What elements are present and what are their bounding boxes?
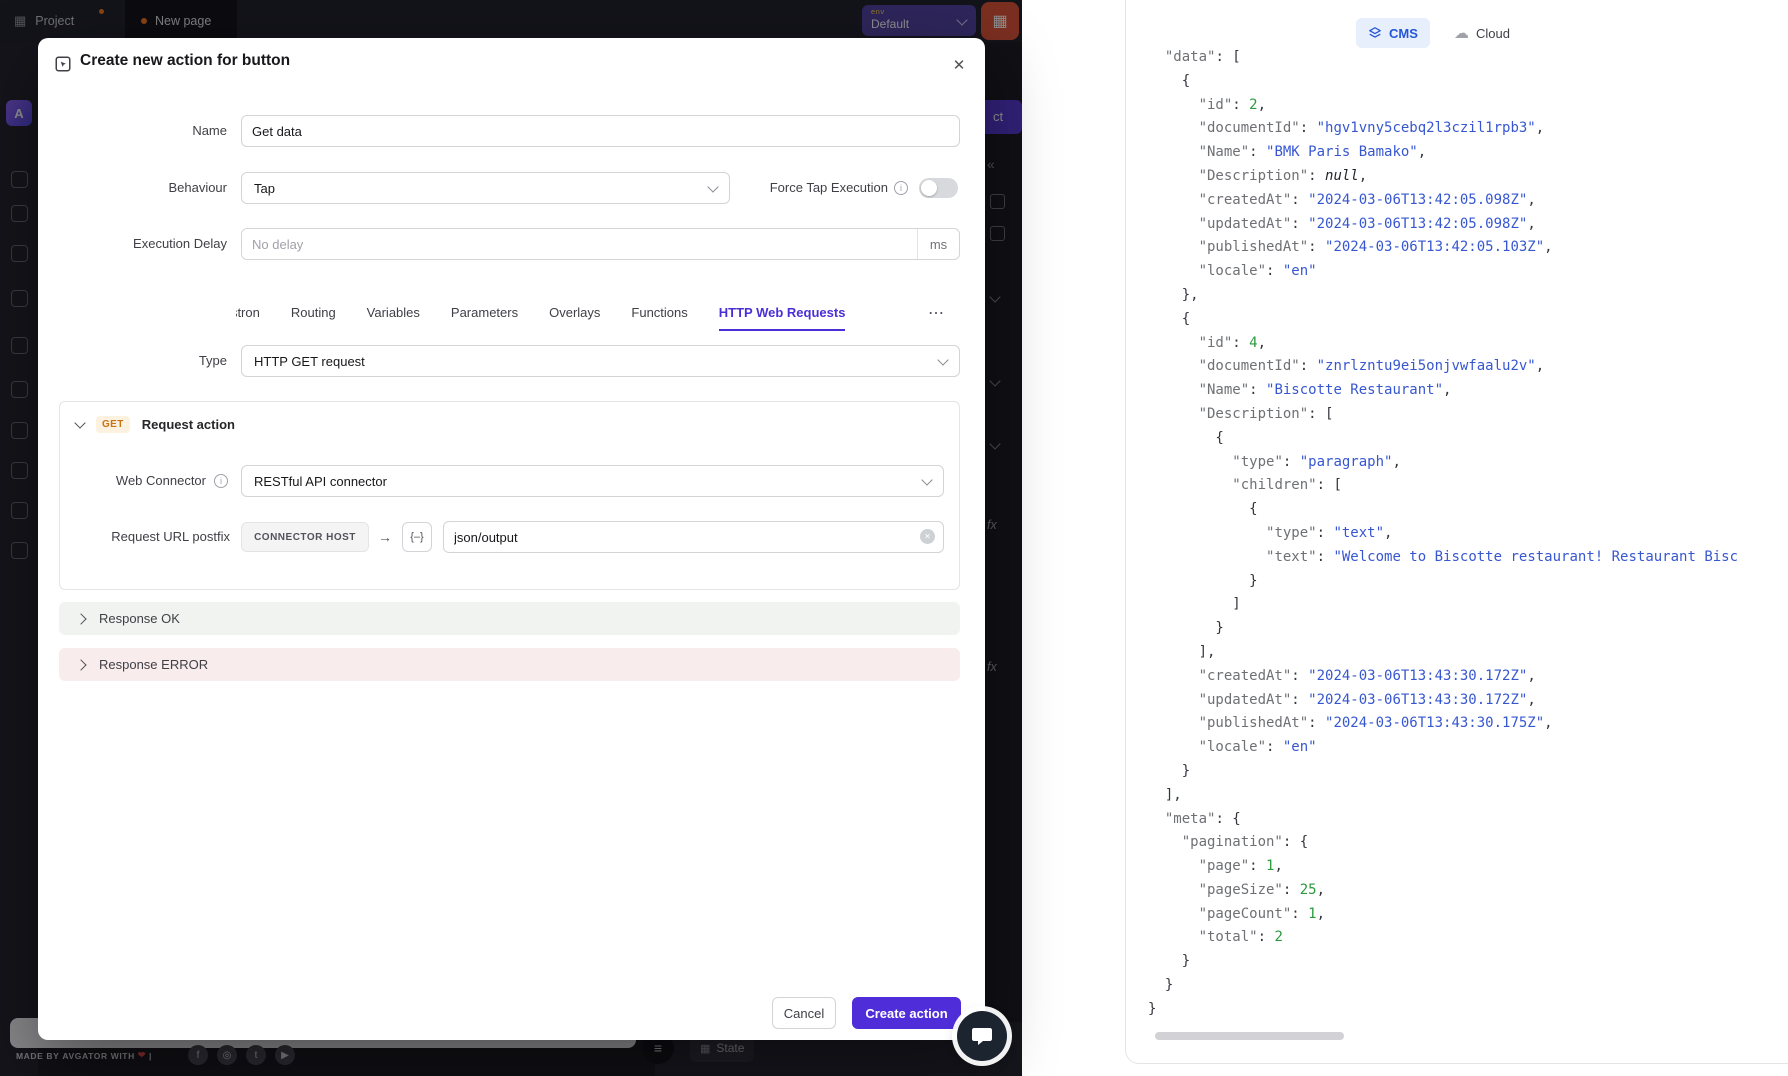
execution-delay-label: Execution Delay: [38, 228, 227, 260]
url-postfix-input[interactable]: [443, 521, 944, 553]
tabs-row: Crestron Routing Variables Parameters Overla…: [236, 295, 920, 331]
force-tap-toggle[interactable]: [919, 178, 958, 198]
clear-icon[interactable]: ✕: [920, 529, 935, 544]
web-connector-info-icon[interactable]: i: [214, 474, 228, 488]
name-input[interactable]: [241, 115, 960, 147]
type-value: HTTP GET request: [254, 354, 365, 369]
cms-icon: [1368, 26, 1382, 40]
force-tap-label: Force Tap Execution: [678, 172, 888, 204]
web-connector-label: Web Connector: [38, 465, 206, 497]
modal-title: Create new action for button: [80, 52, 290, 70]
cms-label: CMS: [1389, 26, 1418, 41]
connector-host-chip[interactable]: CONNECTOR HOST: [241, 522, 369, 552]
request-action-header[interactable]: GET Request action: [60, 402, 959, 446]
chevron-down-icon: [921, 474, 932, 485]
chevron-down-icon: [74, 417, 85, 428]
horizontal-scrollbar-thumb[interactable]: [1155, 1032, 1344, 1040]
toggle-knob: [921, 180, 937, 196]
create-action-modal: Create new action for button ✕ Name Beha…: [38, 38, 985, 1040]
execution-delay-input[interactable]: [242, 229, 917, 259]
cancel-button[interactable]: Cancel: [772, 997, 836, 1029]
cloud-icon: ☁: [1454, 24, 1469, 42]
chat-bubble-button[interactable]: [957, 1011, 1007, 1061]
url-input-wrap: ✕: [443, 521, 944, 553]
tabs-viewport: Crestron Routing Variables Parameters Overla…: [236, 295, 920, 331]
type-label: Type: [38, 345, 227, 377]
web-connector-value: RESTful API connector: [254, 474, 387, 489]
json-code: "data": [ { "id": 2, "documentId": "hgv1…: [1148, 46, 1738, 1022]
tab-functions[interactable]: Functions: [631, 295, 687, 331]
name-label: Name: [38, 115, 227, 147]
close-button[interactable]: ✕: [946, 52, 972, 78]
tab-variables[interactable]: Variables: [367, 295, 420, 331]
info-icon[interactable]: i: [894, 181, 908, 195]
web-connector-select[interactable]: RESTful API connector: [241, 465, 944, 497]
type-select[interactable]: HTTP GET request: [241, 345, 960, 377]
response-ok-section[interactable]: Response OK: [59, 602, 960, 635]
behaviour-label: Behaviour: [38, 172, 227, 204]
tab-routing[interactable]: Routing: [291, 295, 336, 331]
chat-icon: [970, 1024, 994, 1048]
execution-delay-group: ms: [241, 228, 960, 260]
method-badge: GET: [96, 416, 130, 433]
chevron-right-icon: [75, 613, 86, 624]
ms-unit-label: ms: [917, 229, 959, 259]
cms-toggle[interactable]: CMS: [1356, 18, 1430, 48]
response-error-label: Response ERROR: [99, 657, 208, 672]
response-ok-label: Response OK: [99, 611, 180, 626]
chevron-right-icon: [75, 659, 86, 670]
cloud-toggle[interactable]: ☁ Cloud: [1454, 18, 1510, 48]
preview-panel: CMS ☁ Cloud "data": [ { "id": 2, "docume…: [1022, 0, 1788, 1076]
action-icon: [54, 55, 72, 73]
more-tabs-button[interactable]: ⋯: [922, 295, 950, 331]
behaviour-select[interactable]: Tap: [241, 172, 730, 204]
request-action-title: Request action: [142, 417, 235, 432]
response-error-section[interactable]: Response ERROR: [59, 648, 960, 681]
tab-http-web-requests[interactable]: HTTP Web Requests: [719, 295, 846, 331]
arrow-right-icon: →: [378, 521, 392, 553]
url-postfix-label: Request URL postfix: [38, 521, 230, 553]
tab-overlays[interactable]: Overlays: [549, 295, 600, 331]
cloud-label: Cloud: [1476, 26, 1510, 41]
response-preview-card: CMS ☁ Cloud "data": [ { "id": 2, "docume…: [1125, 0, 1788, 1064]
variable-chip[interactable]: {–}: [402, 522, 432, 552]
tab-parameters[interactable]: Parameters: [451, 295, 518, 331]
behaviour-value: Tap: [254, 181, 275, 196]
chevron-down-icon: [937, 354, 948, 365]
create-action-button[interactable]: Create action: [852, 997, 961, 1029]
tab-crestron[interactable]: Crestron: [236, 295, 260, 331]
